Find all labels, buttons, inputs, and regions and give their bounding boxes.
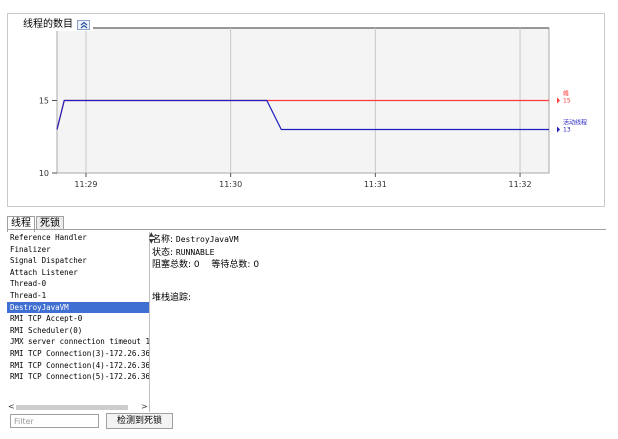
- x-tick-label: 11:30: [219, 180, 242, 189]
- horizontal-scrollbar[interactable]: < >: [7, 402, 149, 412]
- detect-deadlock-button[interactable]: 检测到死锁: [106, 413, 173, 429]
- thread-count-chart: 11:2911:3011:3111:32101520峰15活动线程13: [39, 24, 587, 189]
- detail-state-label: 状态:: [152, 247, 174, 258]
- legend-value-0: 15: [563, 98, 571, 105]
- thread-list-item[interactable]: Thread-0: [7, 278, 149, 290]
- thread-list-item[interactable]: RMI TCP Connection(4)-172.26.36.1: [7, 360, 149, 372]
- legend-value-1: 13: [563, 127, 571, 134]
- detail-waited-value: 0: [253, 260, 260, 270]
- thread-list-item[interactable]: RMI TCP Connection(5)-172.26.36.1: [7, 371, 149, 383]
- thread-list-item[interactable]: Finalizer: [7, 244, 149, 256]
- x-tick-label: 11:29: [74, 180, 97, 189]
- scroll-right-icon[interactable]: >: [141, 402, 148, 412]
- thread-list-item[interactable]: JMX server connection timeout 16: [7, 336, 149, 348]
- legend-label-0: 峰: [563, 90, 569, 98]
- x-tick-label: 11:31: [364, 180, 387, 189]
- detail-name-value: DestroyJavaVM: [175, 235, 239, 244]
- y-tick-label: 10: [39, 169, 49, 178]
- tab-bar: 线程 死锁: [7, 216, 65, 232]
- detail-state-value: RUNNABLE: [175, 247, 215, 257]
- detail-name-row: 名称: DestroyJavaVM: [152, 234, 259, 247]
- detail-counts-row: 阻塞总数: 0 等待总数: 0: [152, 259, 259, 272]
- thread-list-item[interactable]: RMI TCP Accept-0: [7, 313, 149, 325]
- thread-count-panel: 11:2911:3011:3111:32101520峰15活动线程13 线程的数…: [7, 13, 605, 207]
- thread-list[interactable]: Reference Handler Finalizer Signal Dispa…: [7, 232, 150, 412]
- filter-input[interactable]: [10, 414, 99, 428]
- series-marker-1: [557, 126, 560, 133]
- thread-list-item[interactable]: RMI Scheduler(0): [7, 325, 149, 337]
- thread-list-item[interactable]: Attach Listener: [7, 267, 149, 279]
- thread-list-item[interactable]: Signal Dispatcher: [7, 255, 149, 267]
- detail-state-row: 状态: RUNNABLE: [152, 247, 259, 260]
- thread-list-item[interactable]: RMI TCP Connection(3)-172.26.36.1: [7, 348, 149, 360]
- y-tick-label: 15: [39, 97, 49, 106]
- thread-list-item[interactable]: Thread-1: [7, 290, 149, 302]
- scroll-left-icon[interactable]: <: [8, 402, 15, 412]
- thread-details: 名称: DestroyJavaVM 状态: RUNNABLE 阻塞总数: 0 等…: [152, 234, 259, 304]
- detail-waited-label: 等待总数:: [211, 260, 251, 270]
- series-marker-0: [557, 97, 560, 104]
- scrollbar-thumb[interactable]: [16, 405, 128, 410]
- detail-stack-label: 堆栈追踪:: [152, 292, 192, 303]
- legend-label-1: 活动线程: [563, 119, 587, 127]
- detail-name-label: 名称:: [152, 235, 174, 245]
- collapse-button[interactable]: [77, 20, 90, 30]
- panel-title-text: 线程的数目: [23, 19, 73, 30]
- thread-list-item[interactable]: Reference Handler: [7, 232, 149, 244]
- tab-deadlock[interactable]: 死锁: [36, 216, 64, 230]
- double-chevron-up-icon: [80, 21, 88, 29]
- detail-blocked-value: 0: [193, 260, 200, 270]
- x-tick-label: 11:32: [509, 180, 532, 189]
- thread-list-item-selected[interactable]: DestroyJavaVM: [7, 301, 149, 314]
- tab-divider: [7, 229, 606, 230]
- panel-title: 线程的数目: [20, 19, 93, 31]
- detail-blocked-label: 阻塞总数:: [152, 260, 192, 270]
